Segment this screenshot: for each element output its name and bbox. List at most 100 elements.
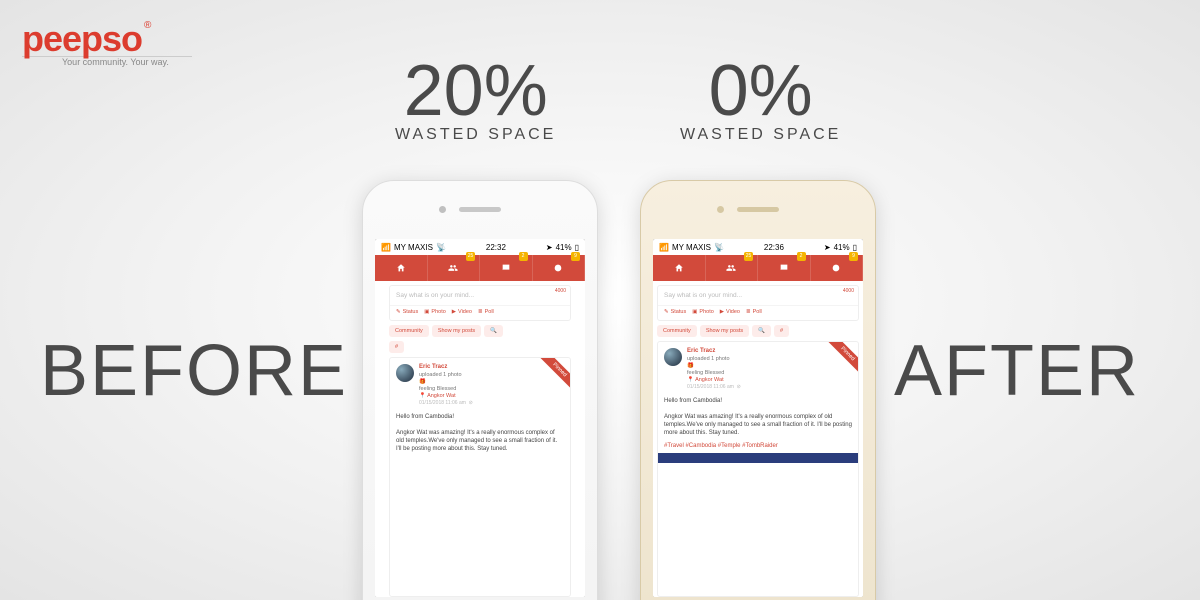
badge-friends: 25: [744, 252, 753, 261]
location-icon: ➤: [546, 243, 553, 252]
phone-camera: [439, 206, 446, 213]
chip-search[interactable]: 🔍: [484, 325, 503, 337]
phone-screen: 📶 MY MAXIS 📡 22:36 ➤ 41% ▯ 25 2 9: [653, 239, 863, 597]
logo-reg: ®: [144, 20, 151, 31]
feed-column: Say what is on your mind... 4000 ✎ Statu…: [385, 281, 575, 597]
post-composer[interactable]: Say what is on your mind... 4000 ✎ Statu…: [389, 285, 571, 321]
post-meta: Eric Tracz uploaded 1 photo 🎁 feeling Bl…: [419, 364, 473, 407]
avatar[interactable]: [396, 364, 414, 382]
compose-status[interactable]: ✎ Status: [396, 309, 418, 315]
signal-icon: 📶: [381, 243, 391, 252]
tab-messages[interactable]: 2: [480, 255, 533, 281]
filter-chips: Community Show my posts 🔍: [389, 325, 571, 337]
status-bar: 📶 MY MAXIS 📡 22:32 ➤ 41% ▯: [375, 239, 585, 255]
label-after: AFTER: [894, 330, 1140, 412]
wasted-gutter-left: [375, 281, 385, 597]
battery-pct: 41%: [834, 243, 850, 252]
compose-status[interactable]: ✎ Status: [664, 309, 686, 315]
feed-post[interactable]: Pinned Eric Tracz uploaded 1 photo 🎁 fee…: [657, 341, 859, 597]
post-location[interactable]: 📍 Angkor Wat: [687, 377, 741, 384]
post-action: uploaded 1 photo: [687, 356, 741, 363]
percent-before: 20% WASTED SPACE: [395, 50, 556, 144]
percent-before-value: 20%: [404, 51, 548, 131]
avatar[interactable]: [664, 348, 682, 366]
signal-icon: 📶: [659, 243, 669, 252]
phone-after: 📶 MY MAXIS 📡 22:36 ➤ 41% ▯ 25 2 9: [640, 180, 876, 600]
chip-community[interactable]: Community: [389, 325, 429, 337]
badge-friends: 25: [466, 252, 475, 261]
post-body: Hello from Cambodia! Angkor Wat was amaz…: [390, 413, 570, 459]
chip-showmy[interactable]: Show my posts: [432, 325, 481, 337]
tab-notifications[interactable]: 9: [811, 255, 864, 281]
compose-poll[interactable]: ≣ Poll: [478, 309, 494, 315]
nav-tabs: 25 2 9: [653, 255, 863, 281]
post-composer[interactable]: Say what is on your mind... 4000 ✎ Statu…: [657, 285, 859, 321]
clock: 22:32: [486, 243, 506, 252]
chip-community[interactable]: Community: [657, 325, 697, 337]
post-text: Angkor Wat was amazing! It's a really en…: [664, 413, 852, 437]
post-text: Angkor Wat was amazing! It's a really en…: [396, 429, 564, 453]
composer-placeholder[interactable]: Say what is on your mind... 4000: [390, 286, 570, 305]
battery-pct: 41%: [556, 243, 572, 252]
app-surface: 25 2 9 Say what is on your mind... 4000 …: [653, 255, 863, 597]
badge-notifications: 9: [571, 252, 580, 261]
logo: peepso® Your community. Your way.: [22, 18, 192, 67]
percent-after-value: 0%: [709, 51, 813, 131]
chip-hash[interactable]: #: [389, 341, 404, 353]
percent-after: 0% WASTED SPACE: [680, 50, 841, 144]
composer-placeholder-text: Say what is on your mind...: [396, 292, 474, 299]
phone-screen: 📶 MY MAXIS 📡 22:32 ➤ 41% ▯ 25 2 9: [375, 239, 585, 597]
compose-video[interactable]: ▶ Video: [452, 309, 472, 315]
percent-after-caption: WASTED SPACE: [680, 126, 841, 144]
compose-poll[interactable]: ≣ Poll: [746, 309, 762, 315]
tab-home[interactable]: [375, 255, 428, 281]
tab-messages[interactable]: 2: [758, 255, 811, 281]
tab-notifications[interactable]: 9: [533, 255, 586, 281]
chip-showmy[interactable]: Show my posts: [700, 325, 749, 337]
compose-video[interactable]: ▶ Video: [720, 309, 740, 315]
label-before: BEFORE: [40, 330, 348, 412]
carrier-label: MY MAXIS: [394, 243, 433, 252]
chip-search[interactable]: 🔍: [752, 325, 771, 337]
compose-photo[interactable]: ▣ Photo: [692, 309, 714, 315]
nav-tabs: 25 2 9: [375, 255, 585, 281]
author-name[interactable]: Eric Tracz: [687, 348, 741, 356]
tab-friends[interactable]: 25: [706, 255, 759, 281]
battery-icon: ▯: [853, 243, 857, 252]
wifi-icon: 📡: [714, 243, 724, 252]
chip-hash[interactable]: #: [774, 325, 789, 337]
feed-post[interactable]: Pinned Eric Tracz uploaded 1 photo 🎁 fee…: [389, 357, 571, 597]
battery-icon: ▯: [575, 243, 579, 252]
compose-photo[interactable]: ▣ Photo: [424, 309, 446, 315]
phone-speaker: [737, 207, 779, 212]
filter-chips: Community Show my posts 🔍 #: [657, 325, 859, 337]
badge-messages: 2: [519, 252, 528, 261]
author-name[interactable]: Eric Tracz: [419, 364, 473, 372]
composer-placeholder-text: Say what is on your mind...: [664, 292, 742, 299]
post-body: Hello from Cambodia! Angkor Wat was amaz…: [658, 397, 858, 443]
post-greeting: Hello from Cambodia!: [396, 413, 564, 421]
post-hashtags[interactable]: #Travel #Cambodia #Temple #TombRaider: [658, 443, 858, 453]
app-surface: 25 2 9 Say what is on your mind... 4000 …: [375, 255, 585, 597]
phone-speaker: [459, 207, 501, 212]
wasted-gutter-right: [575, 281, 585, 597]
status-bar: 📶 MY MAXIS 📡 22:36 ➤ 41% ▯: [653, 239, 863, 255]
percent-before-caption: WASTED SPACE: [395, 126, 556, 144]
post-action: uploaded 1 photo: [419, 372, 473, 379]
phone-before: 📶 MY MAXIS 📡 22:32 ➤ 41% ▯ 25 2 9: [362, 180, 598, 600]
composer-tabs: ✎ Status ▣ Photo ▶ Video ≣ Poll: [390, 305, 570, 320]
composer-counter: 4000: [555, 288, 566, 294]
carrier-label: MY MAXIS: [672, 243, 711, 252]
composer-placeholder[interactable]: Say what is on your mind... 4000: [658, 286, 858, 305]
badge-messages: 2: [797, 252, 806, 261]
post-meta: Eric Tracz uploaded 1 photo 🎁 feeling Bl…: [687, 348, 741, 391]
wifi-icon: 📡: [436, 243, 446, 252]
badge-notifications: 9: [849, 252, 858, 261]
composer-counter: 4000: [843, 288, 854, 294]
filter-chips-row2: #: [389, 341, 571, 353]
tab-home[interactable]: [653, 255, 706, 281]
post-location[interactable]: 📍 Angkor Wat: [419, 393, 473, 400]
composer-tabs: ✎ Status ▣ Photo ▶ Video ≣ Poll: [658, 305, 858, 320]
tab-friends[interactable]: 25: [428, 255, 481, 281]
location-icon: ➤: [824, 243, 831, 252]
